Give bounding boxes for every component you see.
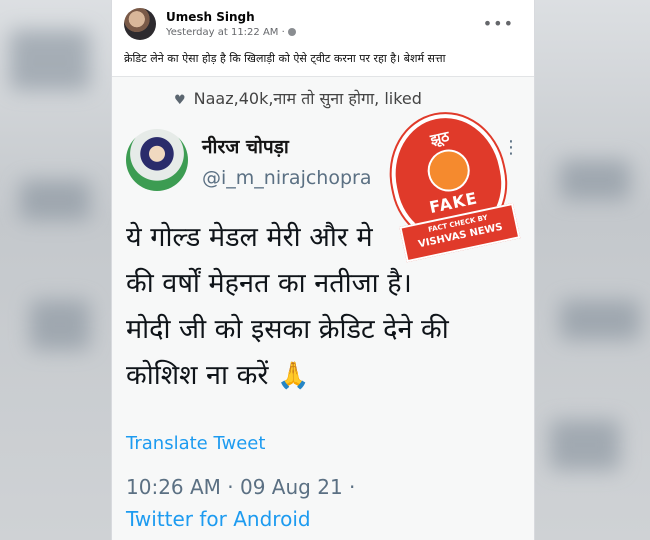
folded-hands-icon: 🙏 (276, 361, 310, 391)
tweet-client: Twitter for Android (126, 507, 311, 531)
tweet-author-handle: @i_m_nirajchopra (202, 167, 372, 189)
post-timestamp[interactable]: Yesterday at 11:22 AM · (166, 27, 296, 38)
background-blob (560, 300, 640, 340)
tweet-text-line-last: कोशिश ना करें 🙏 (126, 353, 516, 399)
background-blob (560, 160, 630, 200)
fake-stamp: झूठ FAKE FACT CHECK BY VISHVAS NEWS (374, 101, 521, 263)
pinocchio-face-icon (423, 145, 474, 196)
tweet-text-line: मोदी जी को इसका क्रेडिट देने की (126, 314, 449, 345)
background-blob (550, 420, 620, 470)
liked-by-text: Naaz,40k,नाम तो सुना होगा, liked (193, 89, 422, 108)
tweet-text-line: की वर्षों मेहनत का नतीजा है। (126, 268, 412, 299)
post-caption: क्रेडिट लेने का ऐसा होड़ है कि खिलाड़ी क… (124, 52, 446, 65)
globe-icon (287, 28, 296, 36)
author-name[interactable]: Umesh Singh (166, 10, 255, 24)
ellipsis-icon[interactable]: ••• (483, 14, 514, 33)
background-blob (20, 180, 90, 220)
translate-tweet-link: Translate Tweet (126, 433, 266, 454)
tweet-avatar (126, 129, 188, 191)
background-blob (10, 30, 90, 90)
tweet-text-line: कोशिश ना करें (126, 360, 269, 391)
tweet-author-name: नीरज चोपड़ा (202, 136, 289, 158)
author-avatar[interactable] (124, 8, 156, 40)
heart-icon: ♥ (174, 93, 186, 108)
background-blob (30, 300, 90, 350)
liked-by-line: ♥ Naaz,40k,नाम तो सुना होगा, liked (174, 87, 422, 109)
post-timestamp-text: Yesterday at 11:22 AM · (166, 27, 285, 38)
facebook-post-card: Umesh Singh Yesterday at 11:22 AM · ••• … (112, 0, 534, 540)
tweet-date: 10:26 AM · 09 Aug 21 · (126, 475, 356, 499)
post-header: Umesh Singh Yesterday at 11:22 AM · ••• (124, 8, 524, 42)
